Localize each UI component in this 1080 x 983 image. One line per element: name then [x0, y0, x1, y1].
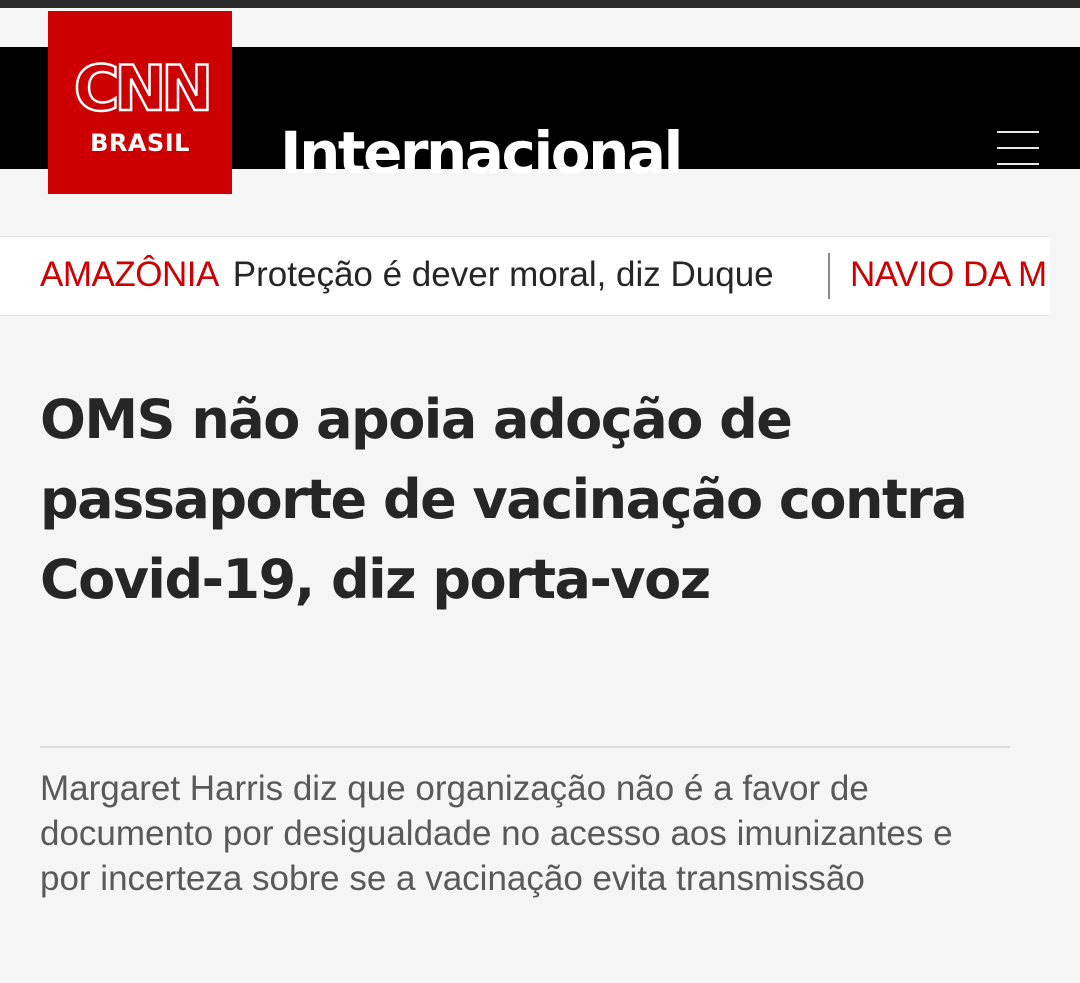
logo-subtitle: BRASIL — [90, 129, 190, 157]
ticker-item[interactable]: AMAZÔNIA Proteção é dever moral, diz Duqu… — [40, 237, 774, 315]
top-strip — [0, 0, 1080, 8]
section-title[interactable]: Internacional — [280, 113, 683, 193]
menu-line — [997, 147, 1039, 149]
logo-wordmark: CNN — [73, 52, 215, 125]
ticker-tag: AMAZÔNIA — [40, 255, 219, 294]
article-summary: Margaret Harris diz que organização não … — [40, 769, 953, 898]
menu-line — [997, 131, 1039, 133]
news-ticker: AMAZÔNIA Proteção é dever moral, diz Duqu… — [0, 236, 1050, 316]
menu-line — [997, 163, 1039, 165]
ticker-separator — [828, 253, 830, 299]
ticker-item[interactable]: NAVIO DA M — [850, 237, 1047, 315]
ticker-text: Proteção é dever moral, diz Duque — [232, 255, 774, 294]
hamburger-menu-icon[interactable] — [994, 129, 1042, 167]
article-headline: OMS não apoia adoção de passaporte de va… — [40, 388, 968, 611]
ticker-tag: NAVIO DA M — [850, 255, 1047, 294]
cnn-brasil-logo[interactable]: CNN BRASIL — [48, 11, 232, 194]
headline-divider — [40, 746, 1010, 748]
